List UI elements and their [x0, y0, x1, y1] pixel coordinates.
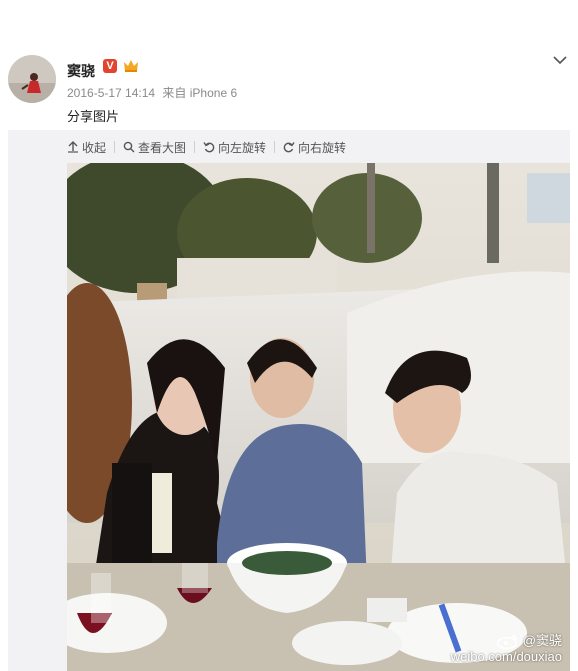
- username[interactable]: 窦骁: [67, 61, 95, 81]
- watermark-handle: @窦骁: [522, 633, 562, 648]
- rotate-right-label: 向右旋转: [298, 140, 347, 155]
- post-meta: 2016-5-17 14:14 来自 iPhone 6: [67, 84, 241, 101]
- collapse-button[interactable]: 收起: [67, 139, 106, 156]
- vip-member-icon[interactable]: [121, 58, 141, 74]
- weibo-logo-icon: @窦骁: [451, 633, 562, 649]
- arrow-up-icon: [68, 141, 78, 153]
- view-large-button[interactable]: 查看大图: [123, 139, 186, 156]
- toolbar-divider: [274, 141, 276, 153]
- toolbar-divider: [114, 141, 116, 153]
- chevron-down-icon[interactable]: [552, 53, 568, 65]
- post-timestamp[interactable]: 2016-5-17 14:14: [67, 86, 155, 100]
- rotate-right-button[interactable]: 向右旋转: [283, 139, 346, 156]
- post-header: 窦骁 V 2016-5-17 14:14 来自 iPhone 6 分享图片: [0, 0, 578, 130]
- post-source: 来自 iPhone 6: [162, 86, 238, 100]
- image-toolbar: 收起 查看大图 向左旋转 向右旋转: [67, 138, 346, 156]
- watermark-url: weibo.com/douxiao: [450, 649, 562, 664]
- toolbar-divider: [194, 141, 196, 153]
- rotate-left-icon: [203, 142, 215, 153]
- search-icon: [123, 141, 135, 153]
- view-large-label: 查看大图: [138, 140, 187, 155]
- rotate-right-icon: [283, 142, 295, 153]
- avatar[interactable]: [8, 55, 56, 103]
- post-text: 分享图片: [67, 109, 120, 124]
- collapse-label: 收起: [82, 140, 107, 155]
- watermark: @窦骁 weibo.com/douxiao: [451, 633, 562, 665]
- image-panel: 收起 查看大图 向左旋转 向右旋转 @窦骁 weibo.com/douxiao: [8, 130, 570, 671]
- verified-badge-icon: V: [103, 59, 117, 73]
- rotate-left-label: 向左旋转: [218, 140, 267, 155]
- post-photo[interactable]: @窦骁 weibo.com/douxiao: [67, 163, 570, 671]
- rotate-left-button[interactable]: 向左旋转: [203, 139, 266, 156]
